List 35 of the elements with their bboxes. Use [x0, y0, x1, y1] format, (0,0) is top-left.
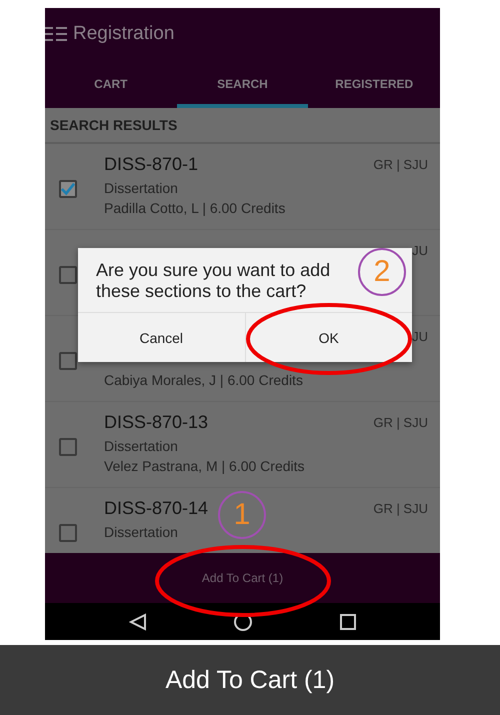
- menu-icon[interactable]: [45, 27, 67, 41]
- dialog-button[interactable]: Cancel: [78, 313, 244, 362]
- checkbox[interactable]: [59, 438, 77, 456]
- course-type: Dissertation: [104, 523, 178, 542]
- step-number: 1: [218, 491, 266, 539]
- add-to-cart-button[interactable]: Add To Cart (1): [45, 553, 440, 603]
- result-row[interactable]: DISS-870-13 Dissertation Velez Pastrana, M | 6.00 Credits GR | SJU: [45, 402, 440, 488]
- campus-label: GR | SJU: [373, 415, 428, 430]
- campus-label: GR | SJU: [373, 157, 428, 172]
- step-number: 2: [358, 248, 406, 296]
- tab[interactable]: REGISTERED: [308, 60, 440, 108]
- recents-icon[interactable]: [340, 614, 356, 630]
- course-type: Dissertation: [104, 179, 178, 198]
- course-details: Padilla Cotto, L | 6.00 Credits: [104, 199, 286, 218]
- course-details: Velez Pastrana, M | 6.00 Credits: [104, 457, 305, 476]
- checkbox[interactable]: [59, 524, 77, 542]
- section-header: SEARCH RESULTS: [45, 108, 440, 144]
- tab[interactable]: SEARCH: [176, 60, 308, 108]
- dialog-button[interactable]: OK: [244, 313, 412, 362]
- course-details: Cabiya Morales, J | 6.00 Credits: [104, 371, 303, 390]
- tab[interactable]: CART: [45, 60, 177, 108]
- app-title: Registration: [73, 23, 174, 45]
- result-row[interactable]: DISS-870-1 Dissertation Padilla Cotto, L | 6.00 Credits GR | SJU: [45, 144, 440, 230]
- campus-label: JU: [412, 243, 428, 258]
- dialog-message: Are you sure you want to add these sections to the cart?: [95, 259, 332, 303]
- course-type: Dissertation: [104, 437, 178, 456]
- course-code: DISS-870-1: [104, 154, 198, 176]
- back-icon[interactable]: [128, 612, 147, 630]
- zoomed-add-to-cart-button[interactable]: Add To Cart (1): [0, 645, 500, 715]
- campus-label: JU: [412, 329, 428, 344]
- checkbox[interactable]: [59, 352, 77, 370]
- course-code: DISS-870-13: [104, 412, 208, 434]
- campus-label: GR | SJU: [373, 501, 428, 516]
- course-code: DISS-870-14: [104, 498, 208, 520]
- checkbox[interactable]: [59, 180, 77, 198]
